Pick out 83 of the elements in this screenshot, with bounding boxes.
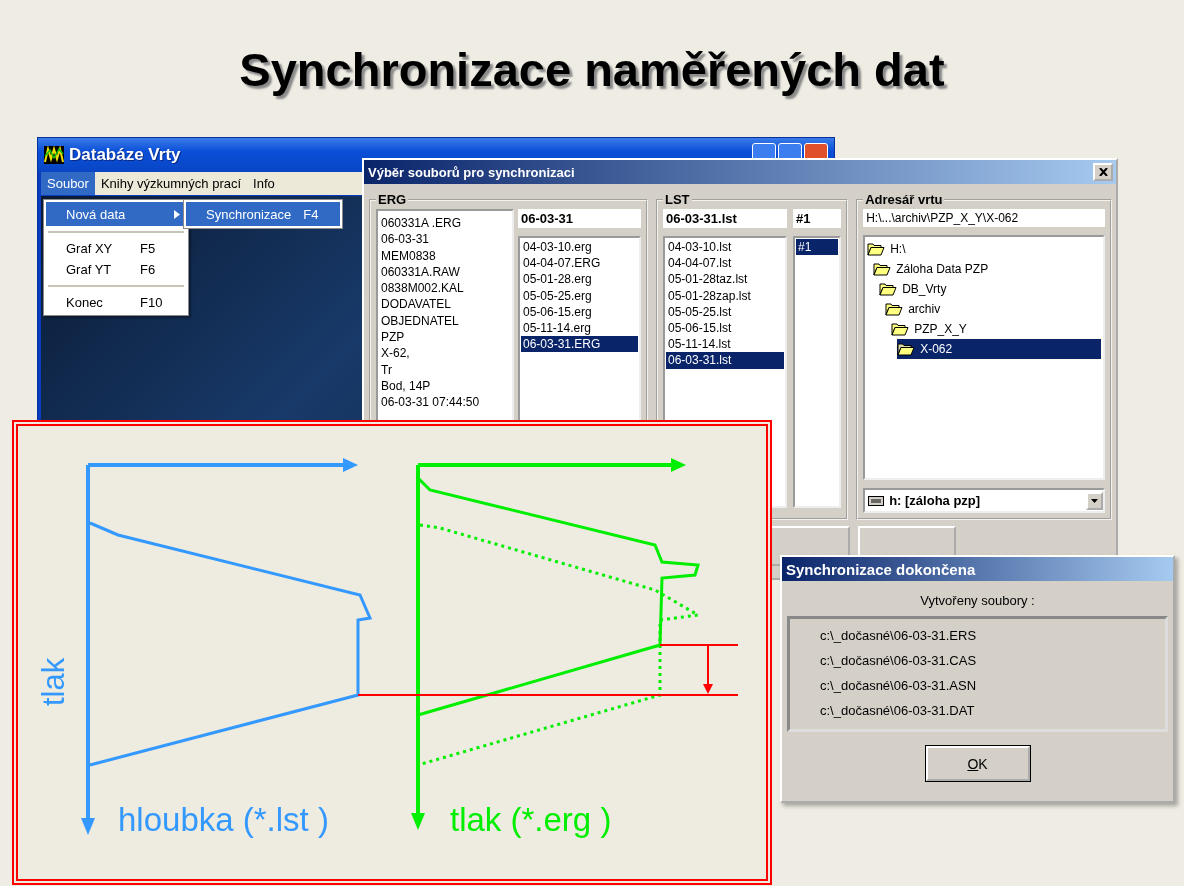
shortcut-label: F5 — [140, 241, 157, 256]
tree-item[interactable]: X-062 — [897, 339, 1101, 359]
submenu-item[interactable]: Synchronizace F4 — [186, 202, 340, 226]
dialog-title: Synchronizace dokončena — [786, 560, 976, 578]
group-label: LST — [664, 192, 691, 207]
file-path: c:\_dočasné\06-03-31.DAT — [820, 702, 976, 720]
window-title: Databáze Vrty — [69, 145, 181, 165]
folder-icon — [891, 322, 910, 336]
group-label: Adresář vrtu — [864, 192, 944, 207]
menu-label: Nová data — [66, 206, 127, 222]
file-list-item[interactable]: 05-01-28zap.lst — [666, 287, 784, 304]
file-path: c:\_dočasné\06-03-31.ERS — [820, 627, 978, 645]
text-field[interactable]: 06-03-31 — [518, 209, 641, 228]
info-line: 0838M002.KAL — [381, 280, 465, 297]
menu-item[interactable]: Knihy výzkumných prací — [94, 172, 248, 195]
folder-icon — [867, 242, 886, 256]
dropdown-item[interactable]: Nová data — [46, 202, 186, 226]
ok-button[interactable]: OK — [925, 746, 1030, 781]
dialog-message: Vytvořeny soubory : — [919, 593, 1036, 608]
file-list-item[interactable]: 04-04-07.ERG — [521, 255, 638, 272]
file-path: c:\_dočasné\06-03-31.ASN — [820, 677, 978, 695]
dropdown-item[interactable]: Konec F10 — [46, 292, 186, 313]
info-line: X-62, — [381, 345, 411, 362]
menu-item[interactable]: Info — [247, 172, 281, 195]
file-list-item[interactable]: 06-03-31.lst — [666, 352, 784, 369]
menu-label: Graf XY — [66, 241, 114, 256]
drive-icon — [868, 495, 885, 506]
tree-item[interactable]: PZP_X_Y — [891, 319, 1101, 339]
file-list-item[interactable]: 05-06-15.lst — [666, 320, 784, 337]
folder-icon — [873, 262, 892, 276]
text-field[interactable]: 06-03-31.lst — [663, 209, 787, 228]
file-list-item[interactable]: 05-11-14.lst — [666, 336, 784, 353]
menu-label: Synchronizace — [206, 206, 292, 222]
info-line: Tr — [381, 361, 393, 378]
dropdown-item[interactable]: Graf YT F6 — [46, 259, 186, 280]
shortcut-label: F6 — [140, 262, 157, 277]
app-logo-icon — [44, 146, 64, 164]
offset-arrow — [703, 644, 713, 694]
shortcut-label: F4 — [303, 206, 319, 222]
file-list-item[interactable]: 05-05-25.lst — [666, 303, 784, 320]
file-list-item[interactable]: 05-01-28taz.lst — [666, 271, 784, 288]
file-list-item[interactable]: 04-04-07.lst — [666, 255, 784, 272]
info-line: MEM0838 — [381, 247, 437, 264]
dropdown-item[interactable]: Graf XY F5 — [46, 238, 186, 259]
axis-label: hloubka (*.lst ) — [118, 801, 329, 839]
axis-label: tlak (*.erg ) — [450, 801, 612, 839]
info-line: Bod, 14P — [381, 377, 432, 395]
tree-item[interactable]: H:\ — [867, 239, 1101, 259]
path-field[interactable]: H:\...\archiv\PZP_X_Y\X-062 — [863, 209, 1105, 227]
text-field[interactable]: #1 — [793, 209, 841, 228]
file-list-item[interactable]: 05-06-15.erg — [521, 303, 638, 320]
folder-icon — [879, 282, 898, 296]
folder-icon — [897, 342, 916, 356]
file-list-item[interactable]: 04-03-10.lst — [666, 239, 784, 256]
slide-title: Synchronizace naměřených dat — [238, 42, 946, 97]
tree-item[interactable]: DB_Vrty — [879, 279, 1101, 299]
file-path: c:\_dočasné\06-03-31.CAS — [820, 652, 978, 670]
info-line: 060331A .ERG — [381, 215, 463, 232]
menu-label: Konec — [66, 295, 104, 310]
close-icon — [1098, 168, 1108, 176]
file-list-item[interactable]: 05-11-14.erg — [521, 320, 638, 337]
info-line: PZP — [381, 329, 406, 346]
dialog-title: Výběr souborů pro synchronizaci — [368, 164, 575, 180]
file-list-item[interactable]: 06-03-31.ERG — [521, 336, 638, 353]
group-label: ERG — [377, 192, 408, 207]
info-line: DODAVATEL — [381, 296, 452, 313]
info-line: 06-03-31 — [381, 231, 431, 248]
tree-item[interactable]: Záloha Data PZP — [873, 259, 1101, 279]
file-list-item[interactable]: 04-03-10.erg — [521, 239, 638, 256]
file-list-item[interactable]: 05-05-25.erg — [521, 287, 638, 304]
info-line: 060331A.RAW — [381, 263, 461, 281]
drive-dropdown[interactable]: h: [záloha pzp] — [863, 488, 1105, 513]
menu-label: Graf YT — [66, 262, 113, 277]
axis-label: tlak — [36, 657, 72, 706]
close-button[interactable] — [1093, 163, 1113, 181]
folder-icon — [885, 302, 904, 316]
info-line: OBJEDNATEL — [381, 312, 460, 330]
info-line: 06-03-31 07:44:50 — [381, 394, 481, 411]
file-list-item[interactable]: #1 — [796, 239, 838, 256]
file-list-item[interactable]: 05-01-28.erg — [521, 271, 638, 288]
shortcut-label: F10 — [140, 295, 164, 310]
menu-item[interactable]: Soubor — [41, 172, 95, 195]
tree-item[interactable]: archiv — [885, 299, 1101, 319]
